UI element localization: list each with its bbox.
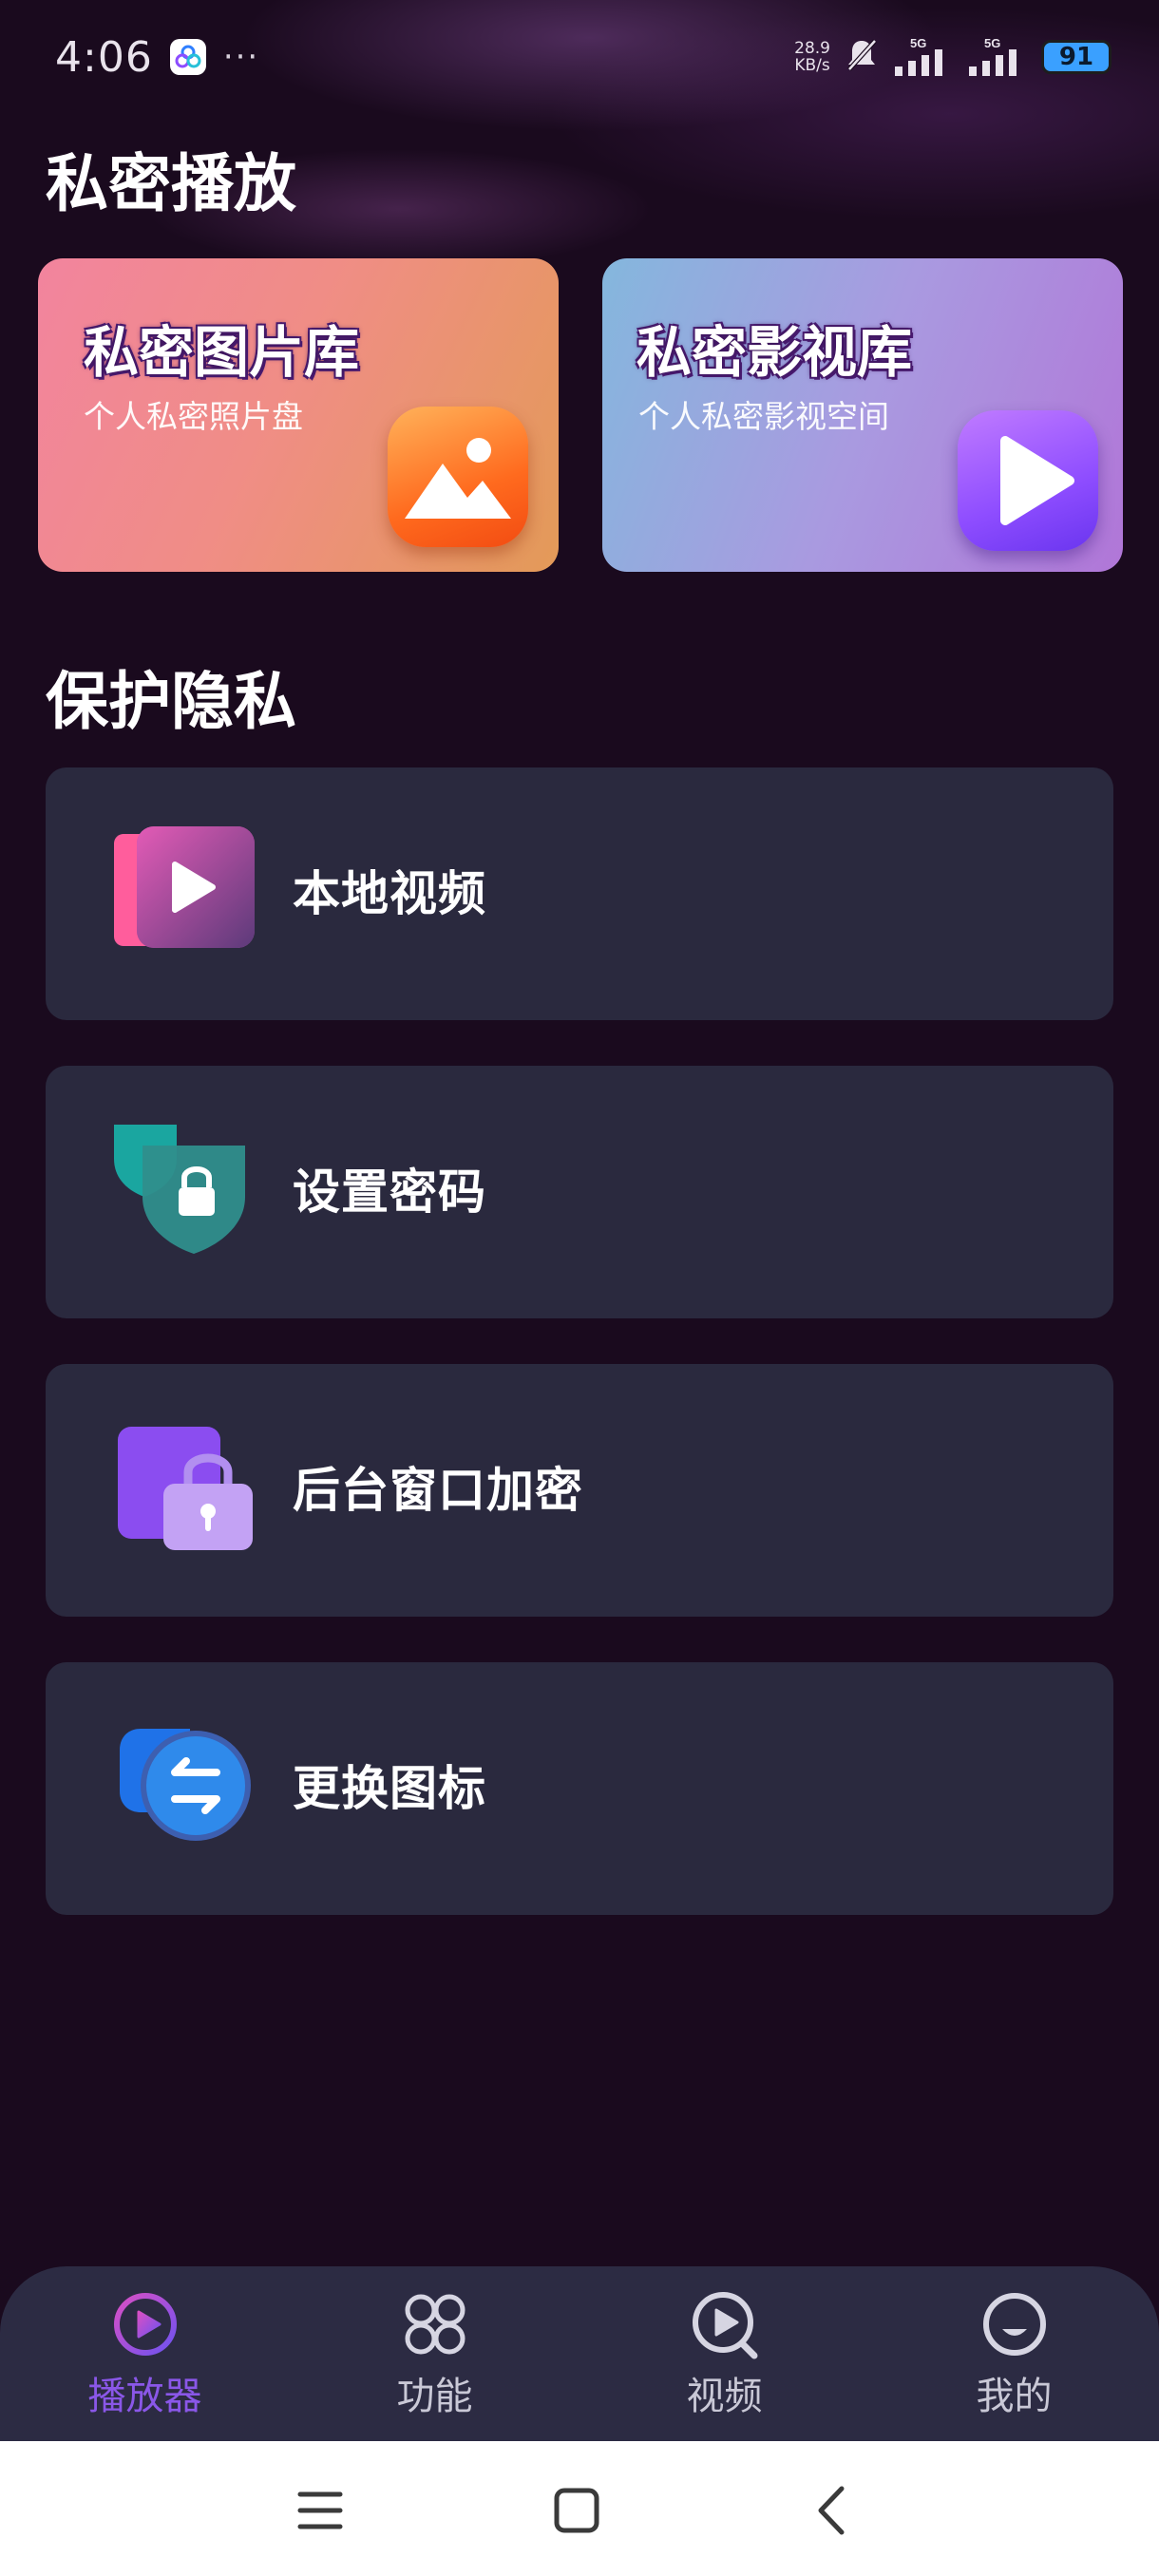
tab-label: 我的 [976, 2375, 1053, 2418]
tab-label: 功能 [396, 2375, 473, 2418]
player-icon [110, 2289, 180, 2359]
video-search-icon [690, 2289, 760, 2359]
list-item-window-encryption[interactable]: 后台窗口加密 [46, 1364, 1113, 1617]
system-navigation-bar [0, 2441, 1159, 2576]
card-title: 私密影视库 [636, 320, 913, 385]
card-subtitle: 个人私密照片盘 [84, 398, 303, 435]
profile-icon [979, 2289, 1050, 2359]
status-left: 4:06 ··· [55, 33, 259, 82]
home-icon[interactable] [543, 2477, 610, 2544]
svg-text:5G: 5G [910, 36, 926, 50]
photo-gallery-icon [388, 407, 528, 547]
svg-text:5G: 5G [984, 36, 1000, 50]
battery-indicator: 91 [1041, 40, 1112, 74]
back-icon[interactable] [800, 2477, 866, 2544]
tab-label: 视频 [686, 2375, 763, 2418]
network-speed-value: 28.9 [794, 39, 830, 58]
app-notification-icon [169, 39, 206, 75]
list-item-set-password[interactable]: 设置密码 [46, 1066, 1113, 1318]
swap-icon [114, 1717, 256, 1860]
menu-icon[interactable] [287, 2477, 353, 2544]
grid-icon [400, 2289, 470, 2359]
status-right: 28.9 KB/s 5G 5G 91 [794, 36, 1112, 78]
card-subtitle: 个人私密影视空间 [638, 398, 889, 435]
window-lock-icon [114, 1419, 256, 1562]
section-title-private-play: 私密播放 [46, 147, 296, 220]
list-item-label: 设置密码 [293, 1165, 486, 1220]
private-photo-library-card[interactable]: 私密图片库 个人私密照片盘 [38, 258, 559, 572]
status-time: 4:06 [55, 32, 153, 82]
play-icon [958, 410, 1098, 551]
mute-icon [846, 37, 878, 77]
bottom-navigation: 播放器 功能 视频 我的 [0, 2266, 1159, 2441]
shield-lock-icon [114, 1121, 256, 1263]
signal-icon-2: 5G [967, 36, 1026, 78]
tab-label: 播放器 [87, 2375, 202, 2418]
list-item-local-video[interactable]: 本地视频 [46, 767, 1113, 1020]
tab-player[interactable]: 播放器 [0, 2266, 290, 2441]
network-speed-unit: KB/s [794, 56, 830, 75]
status-bar: 4:06 ··· 28.9 KB/s 5G 5G 91 [0, 0, 1159, 114]
list-item-change-icon[interactable]: 更换图标 [46, 1662, 1113, 1915]
signal-icon: 5G [893, 36, 952, 78]
list-item-label: 后台窗口加密 [293, 1463, 583, 1518]
network-speed: 28.9 KB/s [794, 40, 830, 74]
local-video-icon [114, 823, 256, 965]
tab-me[interactable]: 我的 [869, 2266, 1159, 2441]
section-title-protect-privacy: 保护隐私 [46, 665, 296, 738]
more-notifications-icon: ··· [222, 38, 260, 76]
card-title: 私密图片库 [84, 320, 360, 385]
private-video-library-card[interactable]: 私密影视库 个人私密影视空间 [602, 258, 1123, 572]
list-item-label: 本地视频 [293, 866, 486, 921]
tab-video[interactable]: 视频 [580, 2266, 869, 2441]
list-item-label: 更换图标 [293, 1761, 486, 1816]
tab-features[interactable]: 功能 [290, 2266, 580, 2441]
